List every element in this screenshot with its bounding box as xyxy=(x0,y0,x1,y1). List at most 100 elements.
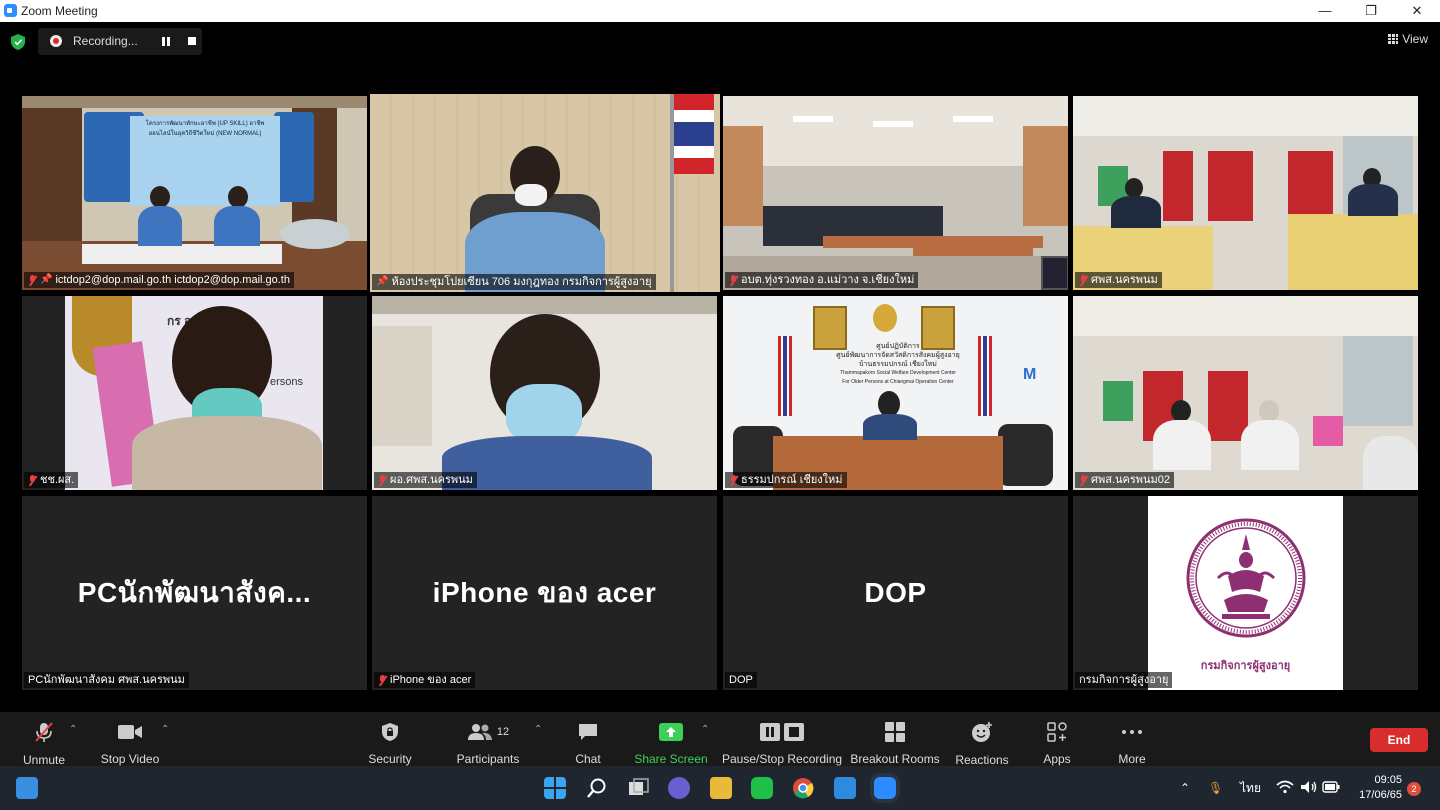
mic-muted-icon xyxy=(28,274,37,286)
video-tile-director-sps-nakhonphanom[interactable]: ผอ.ศพส.นครพนม xyxy=(372,296,717,490)
participant-name-label: ผอ.ศพส.นครพนม xyxy=(390,474,473,486)
participant-name-label: ชช.ผส. xyxy=(40,474,75,486)
video-scene xyxy=(370,94,720,292)
title-bar: Zoom Meeting — ❐ ✕ xyxy=(0,0,1440,22)
pause-stop-recording-icon xyxy=(760,721,804,742)
more-dots-icon xyxy=(1121,721,1143,742)
notification-badge[interactable]: 2 xyxy=(1407,782,1421,796)
video-tile-dop-department[interactable]: กรมกิจการผู้สูงอายุ กรมกิจการผู้สูงอายุ xyxy=(1073,496,1418,690)
unmute-button[interactable]: Unmute xyxy=(22,712,66,767)
video-tile-chch-phs[interactable]: กร อายุ ersons ชช.ผส. xyxy=(22,296,367,490)
department-logo-card: กรมกิจการผู้สูงอายุ xyxy=(1148,496,1343,690)
participants-count: 12 xyxy=(496,725,510,738)
mic-muted-icon xyxy=(28,474,37,486)
volume-icon[interactable] xyxy=(1300,780,1318,794)
participant-display-name: PCนักพัฒนาสังค... xyxy=(77,577,312,608)
video-tile-sps-nakhonphanom[interactable]: ศพส.นครพนม xyxy=(1073,96,1418,290)
breakout-rooms-label: Breakout Rooms xyxy=(850,752,940,766)
view-button[interactable]: View xyxy=(1382,28,1434,50)
meeting-top-bar: Recording... View xyxy=(0,22,1440,62)
chrome-icon[interactable] xyxy=(792,777,814,799)
teams-chat-icon[interactable] xyxy=(668,777,690,799)
video-tile-ictdop2[interactable]: โครงการพัฒนาทักษะอาชีพ (UP SKILL) อาชีพ … xyxy=(22,96,367,290)
apps-button[interactable]: Apps xyxy=(1040,712,1074,766)
pin-icon: 📌 xyxy=(40,274,53,285)
search-icon[interactable] xyxy=(586,777,608,799)
stop-video-label: Stop Video xyxy=(100,752,160,766)
video-scene xyxy=(1073,96,1418,290)
stop-video-button[interactable]: Stop Video xyxy=(100,712,160,766)
widgets-icon[interactable] xyxy=(16,777,38,799)
mic-muted-icon xyxy=(378,674,387,686)
system-clock[interactable]: 09:05 17/06/65 xyxy=(1359,773,1402,803)
participants-label: Participants xyxy=(456,752,520,766)
task-view-icon[interactable] xyxy=(628,777,650,799)
unmute-label: Unmute xyxy=(22,753,66,767)
share-options-chevron-icon[interactable]: ⌃ xyxy=(701,724,709,735)
participant-name: ศพส.นครพนม02 xyxy=(1075,472,1175,488)
mic-muted-icon xyxy=(378,474,387,486)
recording-indicator: Recording... xyxy=(38,28,202,55)
breakout-rooms-button[interactable]: Breakout Rooms xyxy=(850,712,940,766)
stop-recording-icon[interactable] xyxy=(188,37,196,45)
input-language[interactable]: ไทย xyxy=(1240,766,1261,810)
reactions-button[interactable]: Reactions xyxy=(955,712,1009,767)
audio-options-chevron-icon[interactable]: ⌃ xyxy=(69,724,77,735)
participant-name: ชช.ผส. xyxy=(24,472,79,488)
minimize-button[interactable]: — xyxy=(1302,0,1348,22)
participant-name: ศพส.นครพนม xyxy=(1075,272,1162,288)
banner-line-1: โครงการพัฒนาทักษะอาชีพ (UP SKILL) อาชีพ xyxy=(145,121,265,127)
line-app-icon[interactable] xyxy=(751,777,773,799)
participants-button[interactable]: 12 Participants xyxy=(456,712,520,766)
wifi-icon[interactable] xyxy=(1276,780,1294,794)
chat-label: Chat xyxy=(575,752,601,766)
participant-display-name: DOP xyxy=(864,577,927,608)
security-button[interactable]: Security xyxy=(366,712,414,766)
video-tile-obt-thungruangthong[interactable]: อบต.ทุ่งรวงทอง อ.แม่วาง จ.เชียงใหม่ xyxy=(723,96,1068,290)
zoom-taskbar-icon[interactable] xyxy=(874,777,896,799)
microphone-muted-icon xyxy=(33,721,55,743)
windows-start-icon[interactable] xyxy=(544,777,566,799)
maximize-button[interactable]: ❐ xyxy=(1348,0,1394,22)
share-screen-button[interactable]: Share Screen xyxy=(634,712,708,766)
video-tile-pc-social-developer[interactable]: PCนักพัฒนาสังค... PCนักพัฒนาสังคม ศพส.นค… xyxy=(22,496,367,690)
photos-icon[interactable] xyxy=(834,777,856,799)
participant-name: iPhone ของ acer xyxy=(374,672,476,688)
battery-icon[interactable] xyxy=(1322,781,1340,793)
end-meeting-button[interactable]: End xyxy=(1370,728,1428,752)
file-explorer-icon[interactable] xyxy=(710,777,732,799)
video-scene: ศูนย์ปฏิบัติการ ศูนย์พัฒนาการจัดสวัสดิกา… xyxy=(723,296,1068,490)
close-button[interactable]: ✕ xyxy=(1394,0,1440,22)
participant-name: อบต.ทุ่งรวงทอง อ.แม่วาง จ.เชียงใหม่ xyxy=(725,272,919,288)
participants-options-chevron-icon[interactable]: ⌃ xyxy=(534,724,542,735)
pause-recording-icon[interactable] xyxy=(162,37,170,46)
video-camera-icon xyxy=(117,721,143,742)
shield-icon xyxy=(381,721,399,742)
more-label: More xyxy=(1118,752,1146,766)
video-options-chevron-icon[interactable]: ⌃ xyxy=(161,724,169,735)
participant-name-label: ศพส.นครพนม xyxy=(1091,274,1158,286)
department-logo-text: กรมกิจการผู้สูงอายุ xyxy=(1200,660,1291,672)
video-tile-meeting-room-706[interactable]: 📌 ห้องประชุมโปยเซียน 706 มงกุฎทอง กรมกิจ… xyxy=(370,94,720,292)
video-tile-sps-nakhonphanom02[interactable]: ศพส.นครพนม02 xyxy=(1073,296,1418,490)
microphone-icon[interactable]: 🎙 xyxy=(1208,766,1223,810)
shield-icon[interactable] xyxy=(11,34,25,50)
mic-muted-icon xyxy=(729,274,738,286)
pause-stop-recording-button[interactable]: Pause/Stop Recording xyxy=(721,712,843,766)
chat-button[interactable]: Chat xyxy=(568,712,608,766)
pause-stop-recording-label: Pause/Stop Recording xyxy=(721,752,843,766)
video-scene xyxy=(372,296,717,490)
participant-name: 📌 ห้องประชุมโปยเซียน 706 มงกุฎทอง กรมกิจ… xyxy=(372,274,656,290)
show-hidden-icons-chevron-icon[interactable]: ⌃ xyxy=(1180,766,1190,810)
chat-bubble-icon xyxy=(577,721,599,742)
video-tile-iphone-acer[interactable]: iPhone ของ acer iPhone ของ acer xyxy=(372,496,717,690)
meeting-toolbar: Unmute ⌃ Stop Video ⌃ Security 12 Partic… xyxy=(0,712,1440,767)
video-tile-dop[interactable]: DOP DOP xyxy=(723,496,1068,690)
clock-date: 17/06/65 xyxy=(1359,789,1402,801)
recording-label: Recording... xyxy=(73,34,138,48)
video-tile-thammapakorn-chiangmai[interactable]: ศูนย์ปฏิบัติการ ศูนย์พัฒนาการจัดสวัสดิกา… xyxy=(723,296,1068,490)
participant-name: PCนักพัฒนาสังคม ศพส.นครพนม xyxy=(24,672,189,688)
participants-icon: 12 xyxy=(467,721,509,742)
more-button[interactable]: More xyxy=(1112,712,1152,766)
share-screen-icon xyxy=(659,721,683,742)
